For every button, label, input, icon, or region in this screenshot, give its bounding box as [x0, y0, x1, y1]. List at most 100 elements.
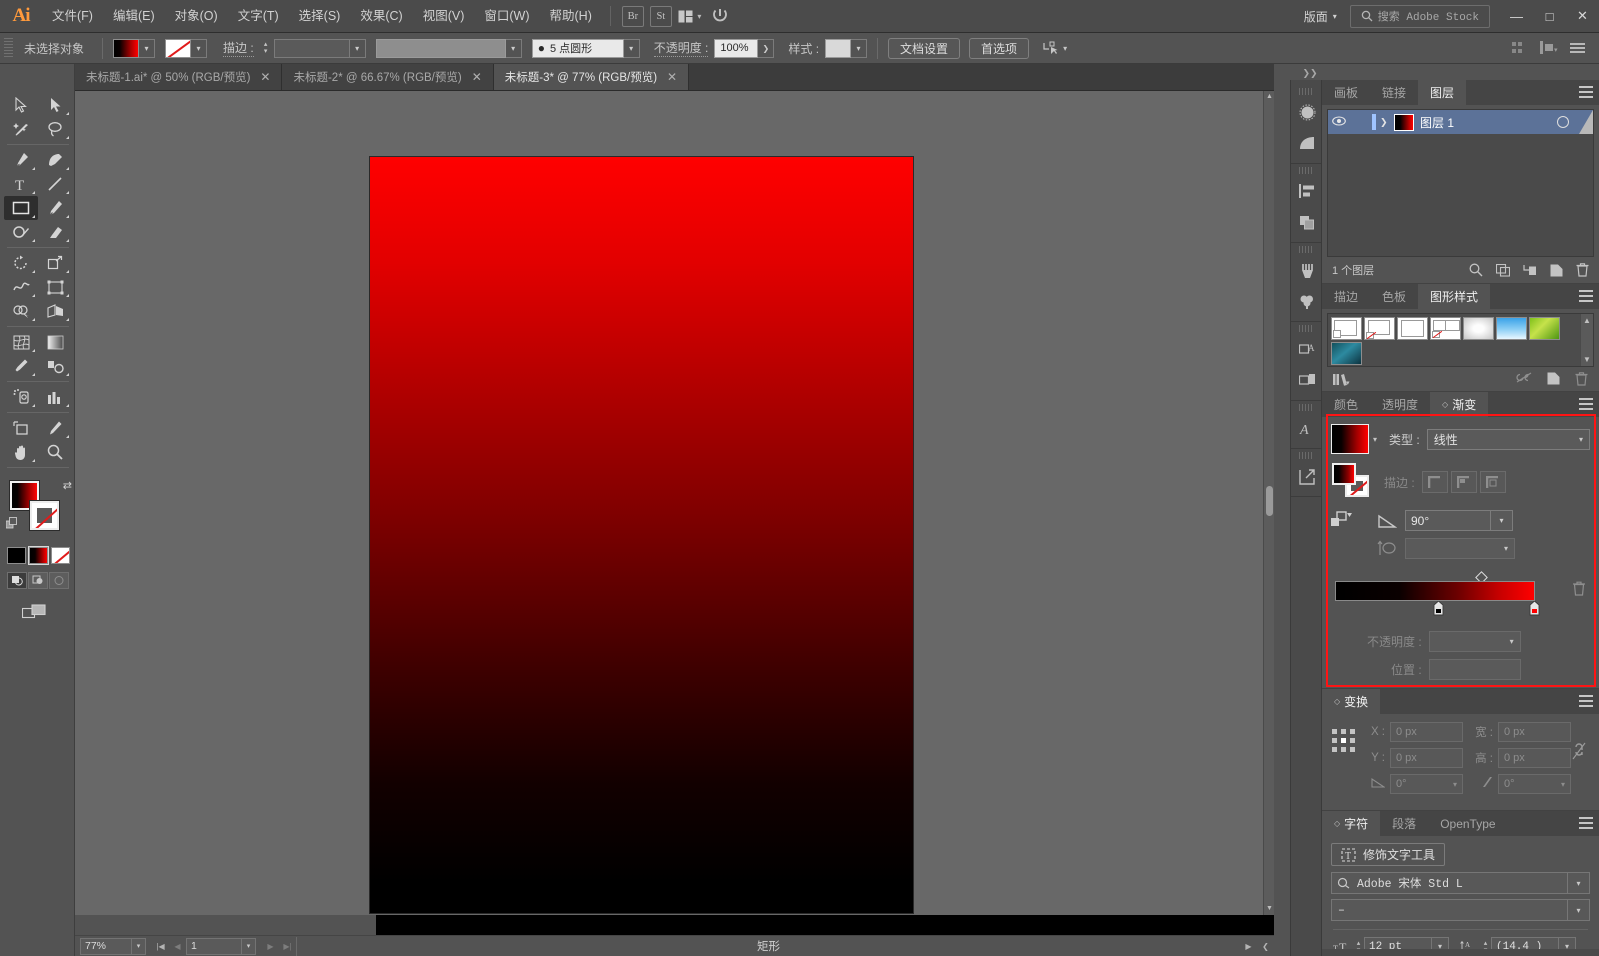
stroke-weight-field[interactable]	[274, 39, 350, 58]
arrange-documents-icon[interactable]: ▾	[677, 5, 703, 27]
selection-tool[interactable]	[4, 93, 38, 117]
vertical-scroll-thumb[interactable]	[1266, 486, 1273, 516]
brushes-library-icon[interactable]	[1291, 255, 1323, 286]
rotate-tool[interactable]	[4, 251, 38, 275]
fill-swatch[interactable]	[113, 39, 139, 58]
style-swatch-blue-gradient[interactable]	[1496, 317, 1527, 340]
artboard-tool[interactable]	[4, 416, 38, 440]
panel-menu-icon[interactable]	[1570, 43, 1585, 53]
dock-grip[interactable]	[1299, 452, 1313, 459]
locate-object-icon[interactable]	[1469, 263, 1483, 277]
gradient-stop-1[interactable]	[1529, 601, 1540, 616]
touch-type-tool-button[interactable]: T 修饰文字工具	[1331, 843, 1445, 866]
style-swatch-split-fill[interactable]	[1430, 317, 1461, 340]
delete-style-icon[interactable]	[1575, 372, 1588, 386]
status-resize-icon[interactable]: ❮	[1257, 937, 1274, 956]
default-fill-stroke-icon[interactable]	[6, 517, 19, 530]
new-style-icon[interactable]	[1547, 372, 1560, 385]
stroke-swatch[interactable]	[165, 39, 191, 58]
graphic-styles-scrollbar[interactable]: ▲ ▼	[1580, 314, 1593, 366]
brush-definition-dropdown[interactable]: ▾	[624, 39, 640, 58]
menu-window[interactable]: 窗口(W)	[474, 0, 539, 33]
canvas-vertical-scrollbar[interactable]: ▲ ▼	[1263, 91, 1274, 915]
canvas-area[interactable]	[75, 91, 1274, 915]
document-tab-2[interactable]: 未标题-2* @ 66.67% (RGB/预览) ✕	[282, 64, 493, 90]
panel-menu-icon[interactable]	[1579, 817, 1593, 829]
stroke-swatch-dropdown[interactable]: ▾	[191, 39, 207, 58]
draw-normal-mode[interactable]	[7, 572, 27, 589]
control-bar-grip[interactable]	[4, 38, 13, 58]
graphic-styles-dock-icon[interactable]	[1291, 365, 1323, 396]
brush-definition-field[interactable]: ● 5 点圆形	[532, 39, 624, 58]
pen-tool[interactable]	[4, 148, 38, 172]
close-icon[interactable]: ✕	[260, 70, 270, 84]
close-icon[interactable]: ✕	[472, 70, 482, 84]
fill-swatch-dropdown[interactable]: ▾	[139, 39, 155, 58]
preferences-button[interactable]: 首选项	[969, 38, 1029, 59]
paintbrush-tool[interactable]	[38, 196, 72, 220]
panel-menu-icon[interactable]	[1579, 86, 1593, 98]
gradient-type-select[interactable]: 线性 ▾	[1427, 429, 1590, 450]
swap-fill-stroke-icon[interactable]: ⇄	[63, 479, 72, 492]
document-setup-button[interactable]: 文档设置	[888, 38, 960, 59]
tab-transform[interactable]: ◇ 变换	[1322, 689, 1380, 714]
status-menu-icon[interactable]: ▶	[1240, 937, 1257, 956]
stroke-profile-dropdown[interactable]: ▾	[506, 39, 522, 58]
shaper-tool[interactable]	[4, 220, 38, 244]
dock-grip[interactable]	[1299, 246, 1313, 253]
constrain-proportions-icon[interactable]	[1571, 742, 1587, 760]
direct-selection-tool[interactable]	[38, 93, 72, 117]
font-style-field[interactable]: – ▾	[1331, 899, 1590, 921]
new-layer-icon[interactable]	[1550, 264, 1563, 277]
target-circle-icon[interactable]	[1557, 116, 1569, 128]
transform-y-field[interactable]: 0 px	[1390, 748, 1463, 768]
reference-point-grid-icon[interactable]	[1331, 728, 1357, 754]
style-swatch-drop-shadow[interactable]	[1331, 317, 1362, 340]
draw-behind-mode[interactable]	[28, 572, 48, 589]
zoom-level-field[interactable]: 77%	[80, 938, 132, 955]
gradient-angle-field[interactable]: 90°	[1405, 510, 1491, 531]
scale-tool[interactable]	[38, 251, 72, 275]
chevron-down-icon[interactable]: ▾	[1567, 873, 1589, 893]
dock-grip[interactable]	[1299, 88, 1313, 95]
horizontal-scroll-track[interactable]	[376, 915, 1274, 935]
shape-builder-tool[interactable]	[4, 299, 38, 323]
scroll-up-icon[interactable]: ▲	[1264, 91, 1275, 103]
transform-w-field[interactable]: 0 px	[1498, 722, 1571, 742]
gradient-ramp[interactable]	[1335, 581, 1535, 601]
free-transform-tool[interactable]	[38, 275, 72, 299]
workspace-switcher[interactable]: 版面 ▾	[1295, 5, 1346, 27]
mesh-tool[interactable]	[4, 330, 38, 354]
style-swatch-teal-swirl[interactable]	[1331, 342, 1362, 365]
layer-name[interactable]: 图层 1	[1420, 114, 1557, 131]
stroke-profile-field[interactable]	[376, 39, 506, 58]
zoom-level-dropdown[interactable]: ▾	[132, 938, 146, 955]
stroke-weight-stepper[interactable]: ▴▾	[260, 41, 272, 55]
delete-layer-icon[interactable]	[1576, 263, 1589, 277]
style-dropdown[interactable]: ▾	[851, 39, 867, 58]
transform-h-field[interactable]: 0 px	[1498, 748, 1571, 768]
tab-links[interactable]: 链接	[1370, 80, 1418, 105]
table-row[interactable]: ❯ 图层 1	[1328, 110, 1593, 134]
close-button[interactable]: ✕	[1566, 1, 1599, 31]
eraser-tool[interactable]	[38, 220, 72, 244]
transform-shear-field[interactable]: 0° ▾	[1498, 774, 1571, 794]
tab-opentype[interactable]: OpenType	[1428, 811, 1507, 836]
scroll-down-icon[interactable]: ▼	[1264, 903, 1275, 915]
break-link-icon[interactable]	[1516, 372, 1532, 383]
arrange-dock-icon[interactable]: ▾	[1540, 41, 1558, 55]
align-dock-icon[interactable]	[1512, 41, 1528, 55]
maximize-button[interactable]: □	[1533, 1, 1566, 31]
gradient-across-stroke[interactable]	[1480, 471, 1506, 493]
none-swatch-button[interactable]	[51, 547, 70, 564]
draw-inside-mode[interactable]	[49, 572, 69, 589]
dock-grip[interactable]	[1299, 404, 1313, 411]
tab-gradient[interactable]: ◇ 渐变	[1430, 392, 1488, 417]
menu-view[interactable]: 视图(V)	[413, 0, 475, 33]
fill-swatch-group[interactable]: ▾	[113, 39, 155, 58]
tab-character[interactable]: ◇ 字符	[1322, 811, 1380, 836]
create-sublayer-icon[interactable]	[1523, 264, 1537, 277]
curvature-tool[interactable]	[38, 148, 72, 172]
tab-stroke[interactable]: 描边	[1322, 284, 1370, 309]
panel-menu-icon[interactable]	[1579, 695, 1593, 707]
